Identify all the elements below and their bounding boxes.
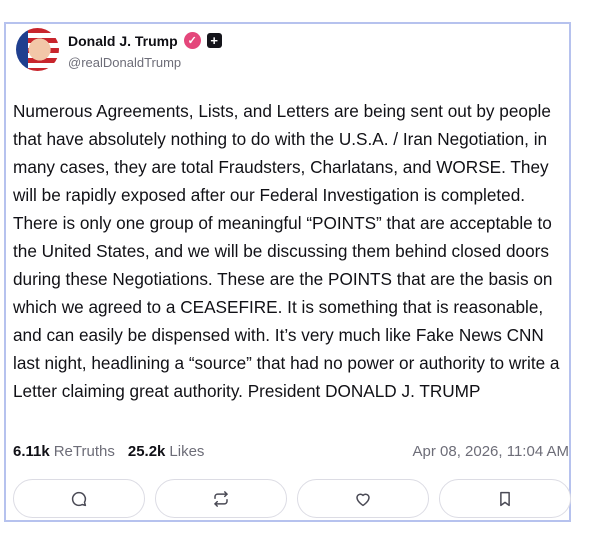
author-name[interactable]: Donald J. Trump bbox=[68, 33, 178, 49]
action-bar bbox=[13, 479, 571, 518]
avatar[interactable] bbox=[16, 28, 59, 71]
retruths-count[interactable]: 6.11k bbox=[13, 443, 50, 460]
retruth-button[interactable] bbox=[155, 479, 287, 518]
post-timestamp[interactable]: Apr 08, 2026, 11:04 AM bbox=[413, 443, 570, 460]
likes-count[interactable]: 25.2k bbox=[128, 443, 166, 460]
post-card: Donald J. Trump ✓ + @realDonaldTrump Num… bbox=[4, 22, 571, 522]
likes-label[interactable]: Likes bbox=[169, 443, 204, 460]
retruths-label[interactable]: ReTruths bbox=[54, 443, 115, 460]
post-text: Numerous Agreements, Lists, and Letters … bbox=[13, 101, 560, 401]
reply-icon bbox=[71, 491, 87, 506]
like-button[interactable] bbox=[297, 479, 429, 518]
author-row: Donald J. Trump ✓ + bbox=[68, 32, 222, 49]
verified-icon: ✓ bbox=[183, 32, 201, 49]
plus-icon[interactable]: + bbox=[206, 33, 222, 48]
reply-button[interactable] bbox=[13, 479, 145, 518]
retruth-icon bbox=[214, 490, 228, 507]
post-stats: 6.11k ReTruths 25.2k Likes Apr 08, 2026,… bbox=[13, 443, 569, 460]
like-icon bbox=[356, 493, 370, 506]
bookmark-icon bbox=[500, 491, 510, 506]
author-handle[interactable]: @realDonaldTrump bbox=[68, 55, 181, 70]
bookmark-button[interactable] bbox=[439, 479, 571, 518]
